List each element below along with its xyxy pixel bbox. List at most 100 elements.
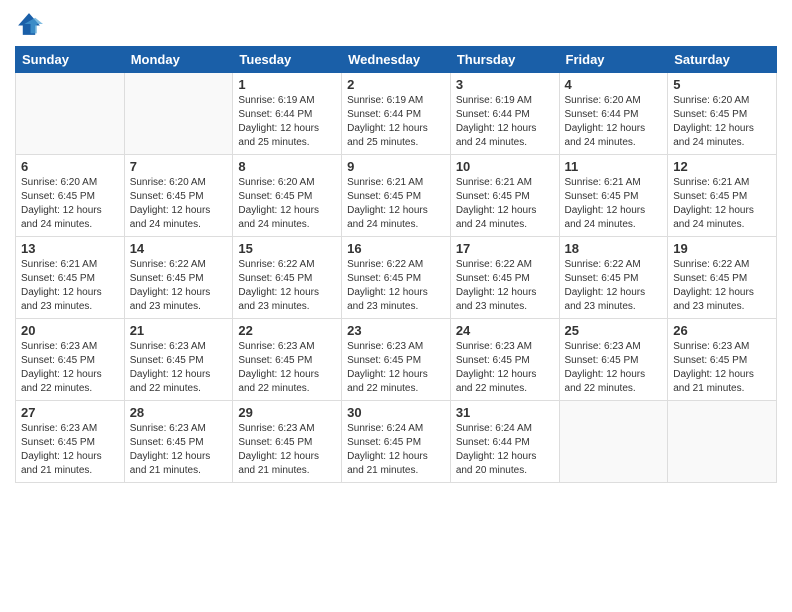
weekday-header-wednesday: Wednesday — [342, 47, 451, 73]
calendar-table: SundayMondayTuesdayWednesdayThursdayFrid… — [15, 46, 777, 483]
day-number: 15 — [238, 241, 336, 256]
day-info: Sunrise: 6:20 AM Sunset: 6:45 PM Dayligh… — [21, 176, 119, 232]
calendar-cell: 6 Sunrise: 6:20 AM Sunset: 6:45 PM Daylig… — [16, 155, 125, 237]
calendar-cell: 22Sunrise: 6:23 AM Sunset: 6:45 PM Dayli… — [233, 319, 342, 401]
day-number: 24 — [456, 323, 554, 338]
calendar-cell: 15 Sunrise: 6:22 AM Sunset: 6:45 PM Dayli… — [233, 237, 342, 319]
calendar-cell: 5 Sunrise: 6:20 AM Sunset: 6:45 PM Daylig… — [668, 73, 777, 155]
calendar-cell: 14 Sunrise: 6:22 AM Sunset: 6:45 PM Dayli… — [124, 237, 233, 319]
day-info: Sunrise: 6:21 AM Sunset: 6:45 PM Dayligh… — [456, 176, 554, 232]
day-info: Sunrise: 6:19 AM Sunset: 6:44 PM Dayligh… — [347, 94, 445, 150]
day-info: Sunrise: 6:23 AM Sunset: 6:45 PM Dayligh… — [565, 340, 663, 396]
calendar-week-2: 6 Sunrise: 6:20 AM Sunset: 6:45 PM Daylig… — [16, 155, 777, 237]
weekday-header-tuesday: Tuesday — [233, 47, 342, 73]
calendar-cell: 23 Sunrise: 6:23 AM Sunset: 6:45 PM Dayli… — [342, 319, 451, 401]
calendar-cell: 8Sunrise: 6:20 AM Sunset: 6:45 PM Daylig… — [233, 155, 342, 237]
calendar-cell — [559, 401, 668, 483]
calendar-cell: 2 Sunrise: 6:19 AM Sunset: 6:44 PM Daylig… — [342, 73, 451, 155]
day-info: Sunrise: 6:23 AM Sunset: 6:45 PM Dayligh… — [130, 340, 228, 396]
day-number: 27 — [21, 405, 119, 420]
calendar-cell: 3 Sunrise: 6:19 AM Sunset: 6:44 PM Daylig… — [450, 73, 559, 155]
day-info: Sunrise: 6:24 AM Sunset: 6:45 PM Dayligh… — [347, 422, 445, 478]
calendar-week-3: 13Sunrise: 6:21 AM Sunset: 6:45 PM Dayli… — [16, 237, 777, 319]
weekday-header-thursday: Thursday — [450, 47, 559, 73]
day-number: 5 — [673, 77, 771, 92]
calendar-cell: 21 Sunrise: 6:23 AM Sunset: 6:45 PM Dayli… — [124, 319, 233, 401]
day-info: Sunrise: 6:23 AM Sunset: 6:45 PM Dayligh… — [130, 422, 228, 478]
day-number: 18 — [565, 241, 663, 256]
calendar-cell — [124, 73, 233, 155]
day-number: 3 — [456, 77, 554, 92]
day-number: 19 — [673, 241, 771, 256]
logo — [15, 10, 47, 38]
day-info: Sunrise: 6:21 AM Sunset: 6:45 PM Dayligh… — [565, 176, 663, 232]
day-number: 29 — [238, 405, 336, 420]
day-info: Sunrise: 6:20 AM Sunset: 6:45 PM Dayligh… — [238, 176, 336, 232]
weekday-header-sunday: Sunday — [16, 47, 125, 73]
calendar-week-4: 20 Sunrise: 6:23 AM Sunset: 6:45 PM Dayli… — [16, 319, 777, 401]
day-info: Sunrise: 6:22 AM Sunset: 6:45 PM Dayligh… — [130, 258, 228, 314]
calendar-cell: 17 Sunrise: 6:22 AM Sunset: 6:45 PM Dayli… — [450, 237, 559, 319]
weekday-header-monday: Monday — [124, 47, 233, 73]
calendar-cell: 27 Sunrise: 6:23 AM Sunset: 6:45 PM Dayli… — [16, 401, 125, 483]
calendar-cell: 4 Sunrise: 6:20 AM Sunset: 6:44 PM Daylig… — [559, 73, 668, 155]
day-info: Sunrise: 6:23 AM Sunset: 6:45 PM Dayligh… — [21, 422, 119, 478]
calendar-cell: 11 Sunrise: 6:21 AM Sunset: 6:45 PM Dayli… — [559, 155, 668, 237]
day-number: 30 — [347, 405, 445, 420]
day-info: Sunrise: 6:21 AM Sunset: 6:45 PM Dayligh… — [673, 176, 771, 232]
day-number: 9 — [347, 159, 445, 174]
calendar-cell: 9Sunrise: 6:21 AM Sunset: 6:45 PM Daylig… — [342, 155, 451, 237]
weekday-row: SundayMondayTuesdayWednesdayThursdayFrid… — [16, 47, 777, 73]
day-number: 6 — [21, 159, 119, 174]
day-number: 12 — [673, 159, 771, 174]
day-number: 2 — [347, 77, 445, 92]
calendar-cell: 24 Sunrise: 6:23 AM Sunset: 6:45 PM Dayli… — [450, 319, 559, 401]
day-info: Sunrise: 6:22 AM Sunset: 6:45 PM Dayligh… — [456, 258, 554, 314]
day-info: Sunrise: 6:22 AM Sunset: 6:45 PM Dayligh… — [673, 258, 771, 314]
day-number: 4 — [565, 77, 663, 92]
calendar-week-1: 1Sunrise: 6:19 AM Sunset: 6:44 PM Daylig… — [16, 73, 777, 155]
day-info: Sunrise: 6:22 AM Sunset: 6:45 PM Dayligh… — [347, 258, 445, 314]
day-number: 7 — [130, 159, 228, 174]
calendar-cell: 28 Sunrise: 6:23 AM Sunset: 6:45 PM Dayli… — [124, 401, 233, 483]
day-info: Sunrise: 6:20 AM Sunset: 6:45 PM Dayligh… — [130, 176, 228, 232]
day-number: 21 — [130, 323, 228, 338]
day-number: 28 — [130, 405, 228, 420]
day-info: Sunrise: 6:19 AM Sunset: 6:44 PM Dayligh… — [238, 94, 336, 150]
day-number: 14 — [130, 241, 228, 256]
calendar-cell: 29 Sunrise: 6:23 AM Sunset: 6:45 PM Dayli… — [233, 401, 342, 483]
day-info: Sunrise: 6:23 AM Sunset: 6:45 PM Dayligh… — [456, 340, 554, 396]
day-number: 31 — [456, 405, 554, 420]
day-info: Sunrise: 6:22 AM Sunset: 6:45 PM Dayligh… — [238, 258, 336, 314]
day-number: 25 — [565, 323, 663, 338]
calendar-week-5: 27 Sunrise: 6:23 AM Sunset: 6:45 PM Dayli… — [16, 401, 777, 483]
page: SundayMondayTuesdayWednesdayThursdayFrid… — [0, 0, 792, 612]
day-number: 20 — [21, 323, 119, 338]
day-number: 16 — [347, 241, 445, 256]
day-info: Sunrise: 6:24 AM Sunset: 6:44 PM Dayligh… — [456, 422, 554, 478]
day-info: Sunrise: 6:23 AM Sunset: 6:45 PM Dayligh… — [21, 340, 119, 396]
calendar-cell: 18 Sunrise: 6:22 AM Sunset: 6:45 PM Dayli… — [559, 237, 668, 319]
calendar-cell: 26Sunrise: 6:23 AM Sunset: 6:45 PM Dayli… — [668, 319, 777, 401]
calendar-cell: 12 Sunrise: 6:21 AM Sunset: 6:45 PM Dayli… — [668, 155, 777, 237]
calendar-header: SundayMondayTuesdayWednesdayThursdayFrid… — [16, 47, 777, 73]
day-info: Sunrise: 6:22 AM Sunset: 6:45 PM Dayligh… — [565, 258, 663, 314]
calendar-cell — [668, 401, 777, 483]
weekday-header-saturday: Saturday — [668, 47, 777, 73]
calendar-cell: 13Sunrise: 6:21 AM Sunset: 6:45 PM Dayli… — [16, 237, 125, 319]
calendar-cell: 1Sunrise: 6:19 AM Sunset: 6:44 PM Daylig… — [233, 73, 342, 155]
calendar-cell: 25 Sunrise: 6:23 AM Sunset: 6:45 PM Dayli… — [559, 319, 668, 401]
day-info: Sunrise: 6:19 AM Sunset: 6:44 PM Dayligh… — [456, 94, 554, 150]
day-info: Sunrise: 6:20 AM Sunset: 6:45 PM Dayligh… — [673, 94, 771, 150]
day-number: 11 — [565, 159, 663, 174]
day-number: 17 — [456, 241, 554, 256]
calendar-cell — [16, 73, 125, 155]
day-info: Sunrise: 6:23 AM Sunset: 6:45 PM Dayligh… — [347, 340, 445, 396]
day-info: Sunrise: 6:23 AM Sunset: 6:45 PM Dayligh… — [238, 340, 336, 396]
calendar-cell: 30 Sunrise: 6:24 AM Sunset: 6:45 PM Dayli… — [342, 401, 451, 483]
day-info: Sunrise: 6:20 AM Sunset: 6:44 PM Dayligh… — [565, 94, 663, 150]
day-number: 13 — [21, 241, 119, 256]
calendar-cell: 31 Sunrise: 6:24 AM Sunset: 6:44 PM Dayli… — [450, 401, 559, 483]
day-number: 23 — [347, 323, 445, 338]
day-info: Sunrise: 6:23 AM Sunset: 6:45 PM Dayligh… — [238, 422, 336, 478]
